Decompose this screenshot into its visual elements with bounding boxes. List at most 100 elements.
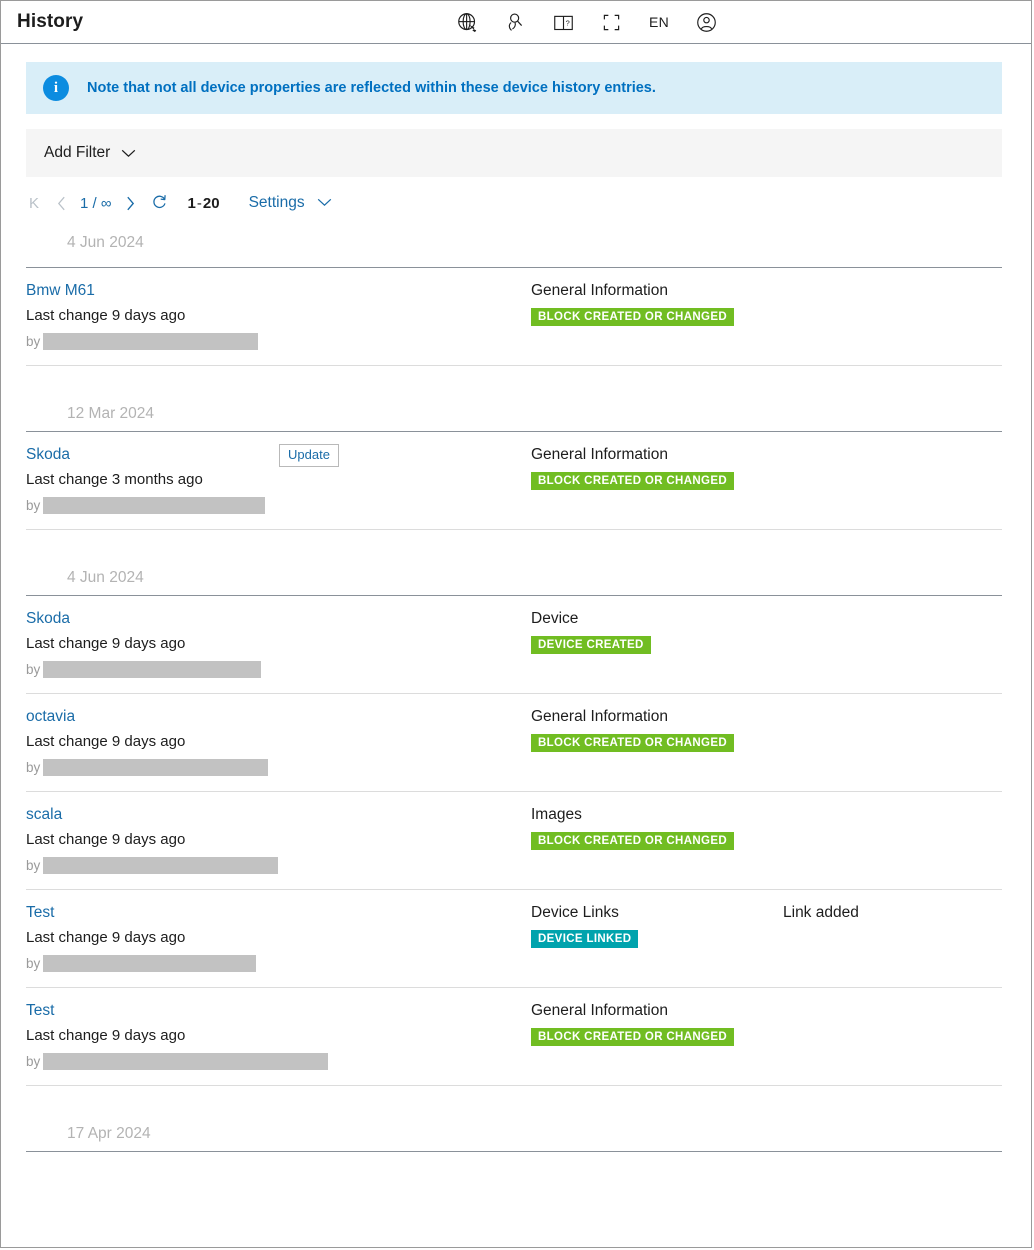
last-change-text: Last change 9 days ago <box>26 1027 531 1045</box>
status-badge: DEVICE CREATED <box>531 636 651 654</box>
previous-page-button[interactable] <box>54 196 68 211</box>
date-group-header: 12 Mar 2024 <box>26 366 1002 432</box>
device-name-link[interactable]: octavia <box>26 708 75 726</box>
history-row-category: General Information BLOCK CREATED OR CHAN… <box>531 282 783 365</box>
history-row-left: Test Last change 9 days ago by <box>26 1002 531 1085</box>
add-filter-bar[interactable]: Add Filter <box>26 129 1002 177</box>
status-badge: BLOCK CREATED OR CHANGED <box>531 1028 734 1046</box>
author-label: by <box>26 334 40 349</box>
history-row: TestLast change 9 days agobyDevice Links… <box>26 890 1002 988</box>
history-row-detail <box>783 806 1002 889</box>
author-label: by <box>26 760 40 775</box>
support-agent-icon[interactable] <box>505 11 527 33</box>
result-range: 1-20 <box>188 195 220 212</box>
app-header: History <box>1 1 1031 44</box>
category-label: Images <box>531 806 783 824</box>
range-end: 20 <box>203 195 220 212</box>
history-row-category: General InformationBLOCK CREATED OR CHAN… <box>531 708 783 791</box>
date-group: 4 Jun 2024 Bmw M61Last change 9 days agob… <box>1 218 1031 366</box>
page-content: i Note that not all device properties ar… <box>1 44 1031 1247</box>
history-row-category: General Information BLOCK CREATED OR CHAN… <box>531 1002 783 1085</box>
settings-button[interactable]: Settings <box>249 194 305 212</box>
history-row-left: Bmw M61Last change 9 days agoby <box>26 282 531 365</box>
range-dash: - <box>196 195 203 212</box>
history-row: Skoda Last change 9 days ago by Device DEVIC… <box>26 596 1002 694</box>
date-group-header: 4 Jun 2024 <box>26 530 1002 596</box>
history-row: scala Last change 9 days ago by Images BLOCK… <box>26 792 1002 890</box>
device-name-link[interactable]: Test <box>26 904 54 922</box>
application-window: History <box>0 0 1032 1248</box>
info-banner-text: Note that not all device properties are … <box>87 80 656 96</box>
status-badge: BLOCK CREATED OR CHANGED <box>531 832 734 850</box>
range-start: 1 <box>188 195 196 212</box>
history-row: octavia Last change 9 days ago by General I… <box>26 694 1002 792</box>
category-label: General Information <box>531 446 783 464</box>
author-redacted-block <box>43 759 268 776</box>
next-page-button[interactable] <box>124 196 138 211</box>
first-page-button[interactable]: K <box>26 195 42 212</box>
language-selector[interactable]: EN <box>649 14 669 30</box>
author-label: by <box>26 662 40 677</box>
author-line: by <box>26 1053 531 1070</box>
history-row-left: SkodaLast change 3 months agobyUpdate <box>26 446 531 529</box>
last-change-text: Last change 9 days ago <box>26 831 531 849</box>
author-line: by <box>26 333 531 350</box>
category-label: General Information <box>531 708 783 726</box>
history-row-left: octavia Last change 9 days ago by <box>26 708 531 791</box>
help-book-icon[interactable]: ? <box>553 11 575 33</box>
update-button[interactable]: Update <box>279 444 339 467</box>
page-indicator: 1 / ∞ <box>80 195 112 212</box>
last-change-text: Last change 9 days ago <box>26 635 531 653</box>
category-label: Device <box>531 610 783 628</box>
history-row-detail <box>783 282 1002 365</box>
history-row-left: scala Last change 9 days ago by <box>26 806 531 889</box>
refresh-icon[interactable] <box>151 193 169 214</box>
status-badge: DEVICE LINKED <box>531 930 638 948</box>
device-name-link[interactable]: Skoda <box>26 446 70 464</box>
author-line: by <box>26 759 531 776</box>
pagination-toolbar: K 1 / ∞ 1-20 Settings <box>26 190 1031 216</box>
author-redacted-block <box>43 497 265 514</box>
history-row-category: Images BLOCK CREATED OR CHANGED <box>531 806 783 889</box>
category-label: General Information <box>531 1002 783 1020</box>
page-title: History <box>17 11 83 33</box>
device-name-link[interactable]: Bmw M61 <box>26 282 95 300</box>
status-badge: BLOCK CREATED OR CHANGED <box>531 308 734 326</box>
history-row-detail <box>783 446 1002 529</box>
author-redacted-block <box>43 955 256 972</box>
author-line: by <box>26 857 531 874</box>
header-icon-group: ? EN <box>457 11 717 33</box>
info-icon: i <box>43 75 69 101</box>
date-group-header: 17 Apr 2024 <box>26 1086 1002 1152</box>
history-row: Test Last change 9 days ago by General Info… <box>26 988 1002 1086</box>
last-change-text: Last change 9 days ago <box>26 733 531 751</box>
date-group: 17 Apr 2024 <box>1 1086 1031 1152</box>
history-list: 4 Jun 2024Bmw M61Last change 9 days agob… <box>1 218 1031 1152</box>
last-change-text: Last change 9 days ago <box>26 929 531 947</box>
date-group-header: 4 Jun 2024 <box>26 218 1002 268</box>
author-label: by <box>26 858 40 873</box>
device-name-link[interactable]: Skoda <box>26 610 70 628</box>
history-row-detail <box>783 708 1002 791</box>
fullscreen-icon[interactable] <box>601 11 623 33</box>
device-name-link[interactable]: Test <box>26 1002 54 1020</box>
chevron-down-icon[interactable] <box>121 149 136 158</box>
history-row-left: Skoda Last change 9 days ago by <box>26 610 531 693</box>
author-line: by <box>26 661 531 678</box>
status-badge: BLOCK CREATED OR CHANGED <box>531 472 734 490</box>
globe-icon[interactable] <box>457 11 479 33</box>
category-label: General Information <box>531 282 783 300</box>
author-line: by <box>26 955 531 972</box>
device-name-link[interactable]: scala <box>26 806 62 824</box>
history-row-category: Device Links DEVICE LINKED <box>531 904 783 987</box>
author-label: by <box>26 1054 40 1069</box>
add-filter-label: Add Filter <box>44 144 110 162</box>
history-row: SkodaLast change 3 months agobyUpdateGen… <box>26 432 1002 530</box>
user-account-icon[interactable] <box>695 11 717 33</box>
settings-chevron-down-icon[interactable] <box>317 195 332 211</box>
history-row-detail: Link added <box>783 904 1002 987</box>
category-label: Device Links <box>531 904 783 922</box>
author-redacted-block <box>43 333 258 350</box>
history-row-detail <box>783 1002 1002 1085</box>
author-redacted-block <box>43 1053 328 1070</box>
